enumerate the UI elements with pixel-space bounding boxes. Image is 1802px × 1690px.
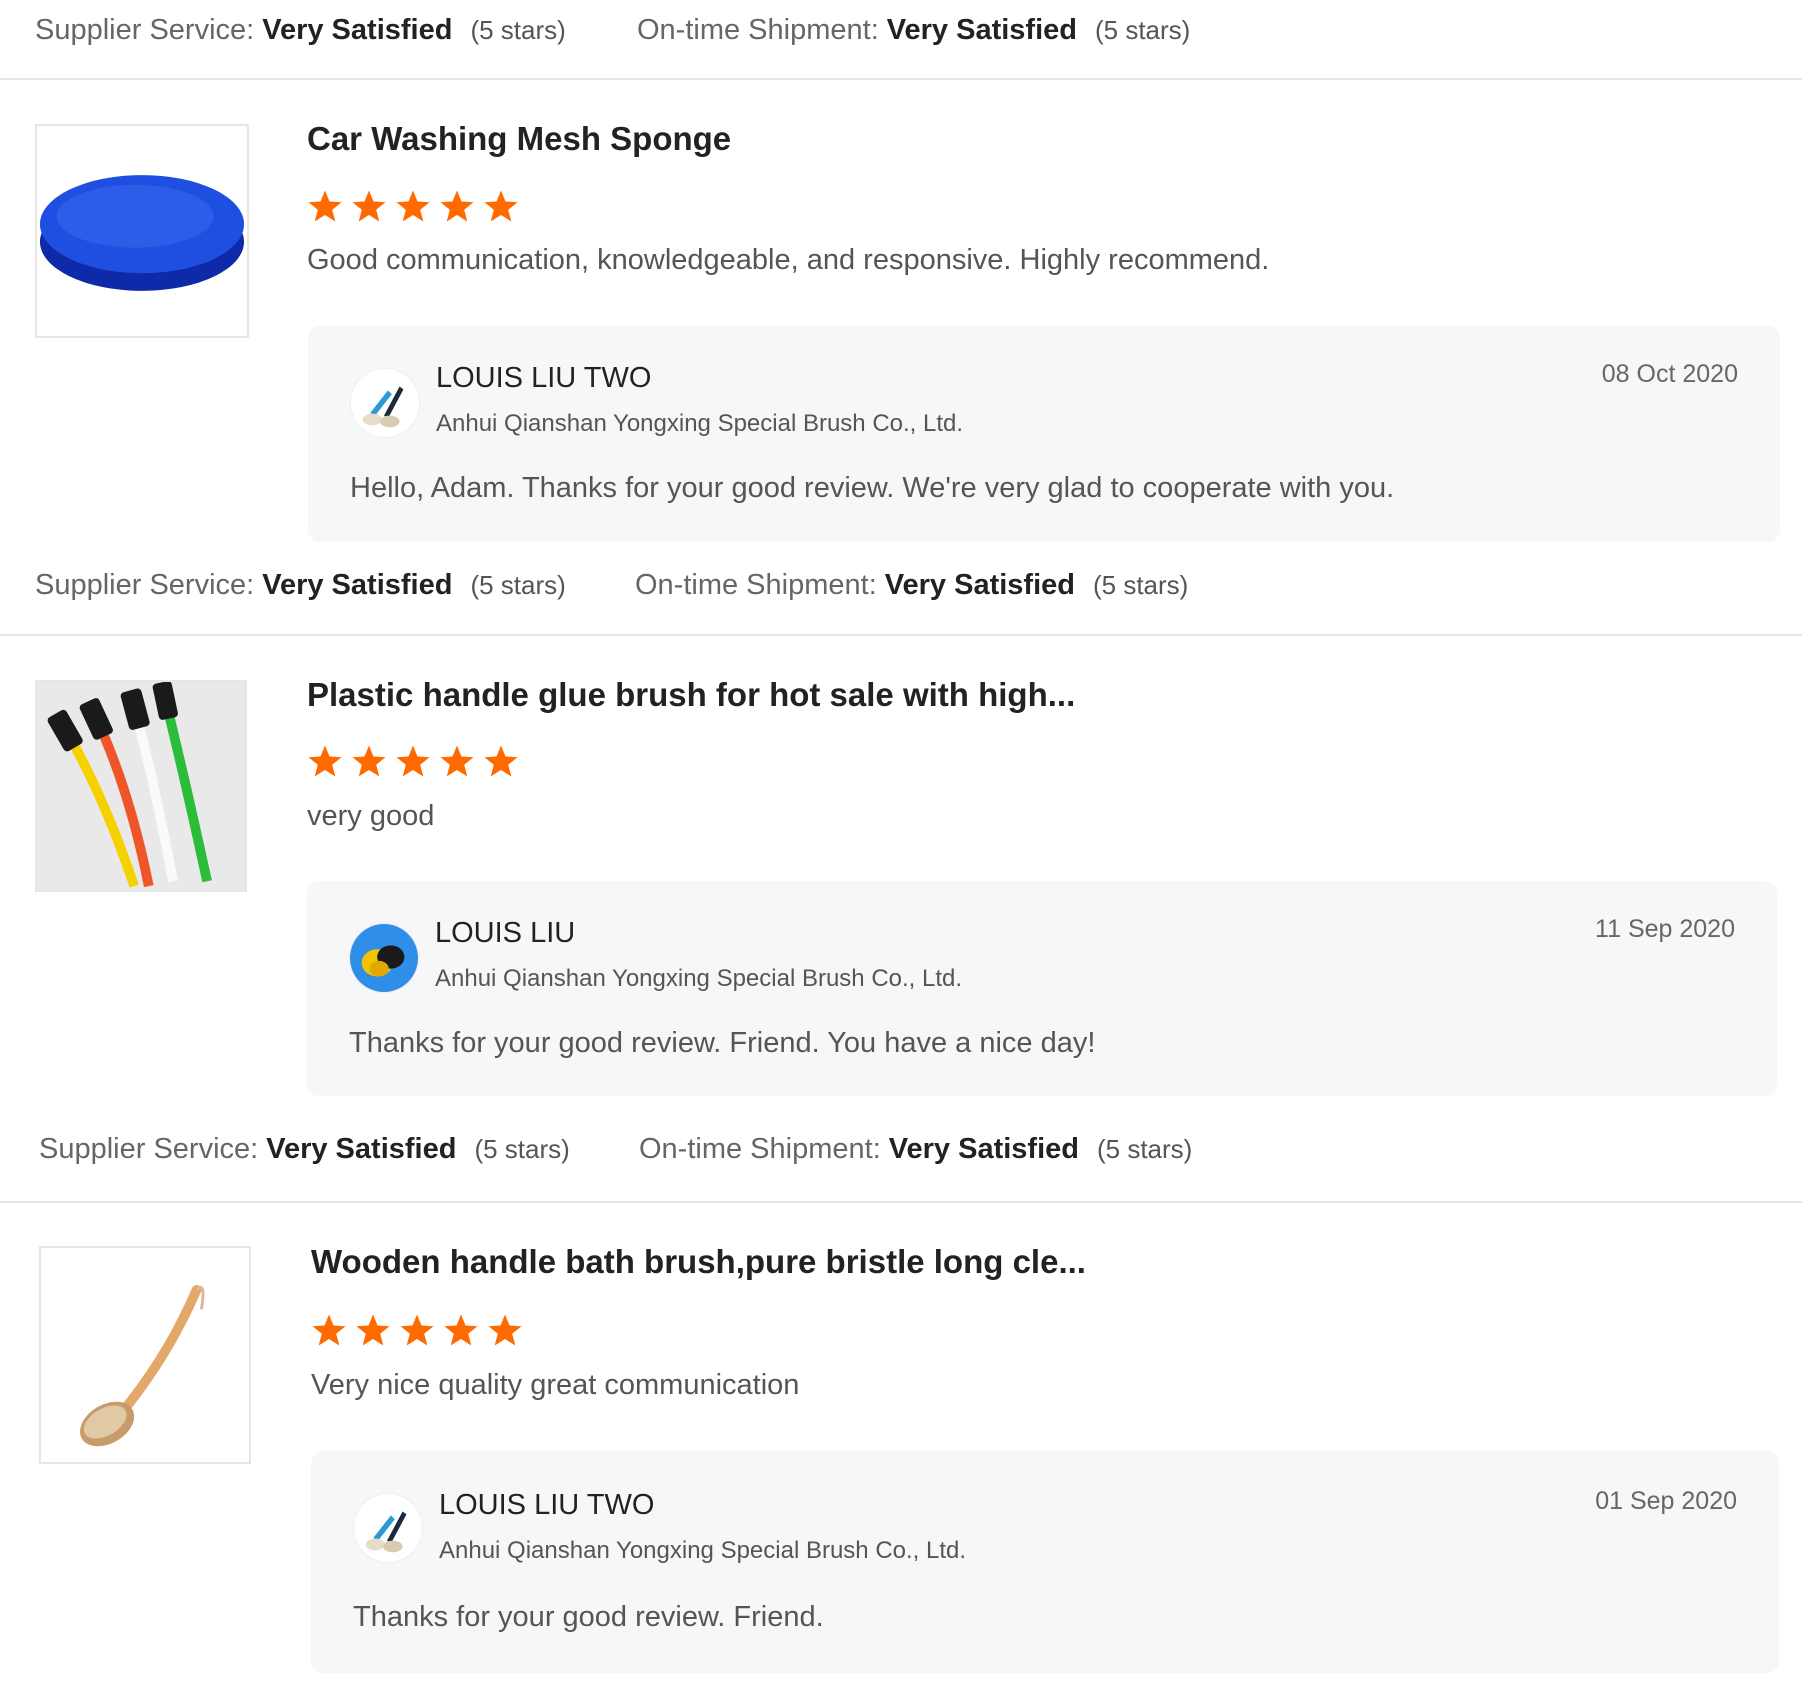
supplier-service-value: Very Satisfied	[262, 13, 453, 46]
shipment-rating: On-time Shipment: Very Satisfied (5 star…	[635, 569, 1188, 602]
star-icon	[352, 745, 386, 777]
supplier-service-label: Supplier Service:	[35, 568, 255, 601]
reply-company[interactable]: Anhui Qianshan Yongxing Special Brush Co…	[436, 410, 963, 438]
service-ratings-row: Supplier Service: Very Satisfied (5 star…	[0, 0, 1802, 60]
star-icon	[400, 1314, 434, 1346]
supplier-service-rating: Supplier Service: Very Satisfied (5 star…	[39, 1133, 570, 1166]
supplier-service-rating: Supplier Service: Very Satisfied (5 star…	[35, 569, 566, 602]
avatar	[350, 368, 420, 438]
reply-author-name: LOUIS LIU TWO	[436, 362, 652, 394]
product-thumbnail[interactable]	[35, 124, 249, 338]
avatar	[353, 1493, 423, 1563]
supplier-service-value: Very Satisfied	[266, 1132, 457, 1165]
shipment-rating: On-time Shipment: Very Satisfied (5 star…	[637, 14, 1190, 47]
star-icon	[444, 1314, 478, 1346]
reply-author-name: LOUIS LIU TWO	[439, 1489, 655, 1521]
shipment-label: On-time Shipment:	[635, 568, 877, 601]
product-thumbnail[interactable]	[35, 680, 247, 892]
star-icon	[396, 190, 430, 222]
reply-text: Thanks for your good review. Friend. You…	[349, 1027, 1096, 1059]
divider	[0, 78, 1802, 80]
supplier-reply: LOUIS LIU TWO Anhui Qianshan Yongxing Sp…	[311, 1451, 1779, 1673]
star-icon	[308, 190, 342, 222]
star-icon	[440, 745, 474, 777]
supplier-service-stars: (5 stars)	[474, 1133, 570, 1164]
blue-sponge-icon	[37, 126, 247, 336]
star-icon	[488, 1314, 522, 1346]
star-rating	[307, 188, 519, 224]
reviews-page: Supplier Service: Very Satisfied (5 star…	[0, 0, 1802, 1690]
review-text: very good	[307, 800, 435, 832]
bath-brush-icon	[41, 1251, 249, 1459]
shipment-stars: (5 stars)	[1092, 569, 1189, 600]
supplier-service-rating: Supplier Service: Very Satisfied (5 star…	[35, 14, 566, 47]
star-rating	[307, 743, 519, 779]
divider	[0, 1201, 1802, 1203]
product-title[interactable]: Plastic handle glue brush for hot sale w…	[307, 676, 1075, 714]
reply-date: 08 Oct 2020	[1601, 360, 1738, 388]
shipment-value: Very Satisfied	[884, 568, 1075, 601]
supplier-service-stars: (5 stars)	[470, 569, 566, 600]
review-text: Very nice quality great communication	[311, 1369, 800, 1401]
sponge-avatar-icon	[350, 924, 418, 992]
shipment-label: On-time Shipment:	[637, 13, 879, 46]
star-icon	[396, 745, 430, 777]
brush-avatar-icon	[351, 369, 419, 437]
supplier-reply: LOUIS LIU TWO Anhui Qianshan Yongxing Sp…	[308, 326, 1780, 542]
star-rating	[311, 1312, 523, 1348]
reply-company[interactable]: Anhui Qianshan Yongxing Special Brush Co…	[439, 1537, 966, 1565]
star-icon	[440, 190, 474, 222]
service-ratings-row: Supplier Service: Very Satisfied (5 star…	[0, 555, 1802, 615]
shipment-stars: (5 stars)	[1096, 1133, 1193, 1164]
reply-text: Hello, Adam. Thanks for your good review…	[350, 472, 1395, 504]
review-text: Good communication, knowledgeable, and r…	[307, 244, 1270, 276]
product-thumbnail[interactable]	[39, 1246, 251, 1464]
star-icon	[312, 1314, 346, 1346]
supplier-service-stars: (5 stars)	[470, 14, 566, 45]
shipment-value: Very Satisfied	[888, 1132, 1079, 1165]
star-icon	[484, 190, 518, 222]
product-title[interactable]: Wooden handle bath brush,pure bristle lo…	[311, 1243, 1086, 1281]
star-icon	[308, 745, 342, 777]
star-icon	[352, 190, 386, 222]
reply-date: 01 Sep 2020	[1595, 1487, 1737, 1515]
supplier-service-value: Very Satisfied	[262, 568, 453, 601]
reply-date: 11 Sep 2020	[1595, 915, 1735, 943]
star-icon	[484, 745, 518, 777]
shipment-rating: On-time Shipment: Very Satisfied (5 star…	[639, 1133, 1192, 1166]
shipment-stars: (5 stars)	[1094, 14, 1191, 45]
reply-author-name: LOUIS LIU	[435, 917, 576, 949]
reply-company[interactable]: Anhui Qianshan Yongxing Special Brush Co…	[435, 965, 962, 993]
product-title[interactable]: Car Washing Mesh Sponge	[307, 120, 731, 158]
service-ratings-row: Supplier Service: Very Satisfied (5 star…	[0, 1119, 1802, 1179]
star-icon	[356, 1314, 390, 1346]
divider	[0, 634, 1802, 636]
supplier-service-label: Supplier Service:	[35, 13, 255, 46]
supplier-reply: LOUIS LIU Anhui Qianshan Yongxing Specia…	[307, 881, 1777, 1096]
avatar	[349, 923, 419, 993]
supplier-service-label: Supplier Service:	[39, 1132, 259, 1165]
brush-avatar-icon	[354, 1494, 422, 1562]
glue-brushes-icon	[37, 682, 245, 890]
shipment-label: On-time Shipment:	[639, 1132, 881, 1165]
shipment-value: Very Satisfied	[886, 13, 1077, 46]
reply-text: Thanks for your good review. Friend.	[353, 1601, 824, 1633]
